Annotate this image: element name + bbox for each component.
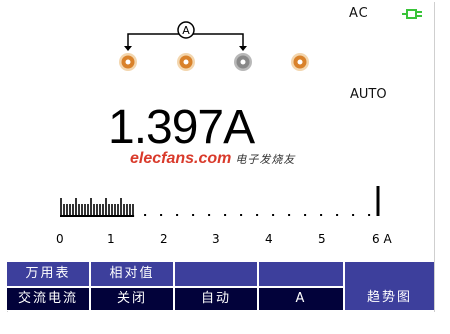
jack-arrow-left [124,46,132,51]
bargraph-dot [176,214,179,216]
softkey-2-top[interactable]: 相对值 [91,262,175,286]
bargraph-dot [256,214,259,216]
bargraph-dot [208,214,211,216]
bargraph-dot [192,214,195,216]
watermark-site: elecfans.com [130,150,232,167]
bargraph-dot [272,214,275,216]
jack-sockets [119,53,309,71]
softkey-bar: 万用表 交流电流 相对值 关闭 自动 A 趋势图 [7,262,434,312]
screen-border-right [434,2,435,312]
scale-tick-label: 3 [212,232,220,246]
softkey-4-top[interactable] [259,262,345,286]
bargraph-dot [368,214,371,216]
jack-socket-hole [240,59,246,65]
bargraph-dot [352,214,355,216]
bargraph-scale: 0 1 2 3 4 5 6 A [0,232,450,248]
jack-arrow-right [239,46,247,51]
bargraph-dot [320,214,323,216]
bargraph-dot [224,214,227,216]
bargraph-dot [144,214,147,216]
scale-tick-label: 5 [318,232,326,246]
input-jack-diagram: A [119,21,309,71]
softkey-3-bottom[interactable]: 自动 [175,288,259,310]
jack-socket-hole [297,59,303,65]
measurement-mode-label: AC [349,6,369,21]
softkey-3-top[interactable] [175,262,259,286]
softkey-1-bottom[interactable]: 交流电流 [7,288,91,310]
softkey-2-bottom[interactable]: 关闭 [91,288,175,310]
ammeter-selector-symbol: A [182,24,190,37]
scale-tick-label: 2 [160,232,168,246]
scale-tick-label: 6 A [372,232,392,246]
bargraph-dot [304,214,307,216]
watermark: elecfans.com 电子发烧友 [130,150,295,168]
softkey-5-trend[interactable]: 趋势图 [345,262,434,310]
scale-tick-label: 1 [107,232,115,246]
bargraph-dot [240,214,243,216]
jack-socket-hole [125,59,131,65]
bargraph-dot [336,214,339,216]
jack-socket-hole [183,59,189,65]
softkey-1-top[interactable]: 万用表 [7,262,91,286]
auto-range-label: AUTO [350,87,387,102]
bargraph-dot [288,214,291,216]
plug-icon [402,9,422,19]
scale-tick-label: 4 [265,232,273,246]
bargraph [60,186,380,217]
main-reading: 1.397A [108,101,255,154]
watermark-cn: 电子发烧友 [235,154,296,166]
softkey-4-bottom[interactable]: A [259,288,345,310]
scale-tick-label: 0 [56,232,64,246]
bargraph-dot [160,214,163,216]
